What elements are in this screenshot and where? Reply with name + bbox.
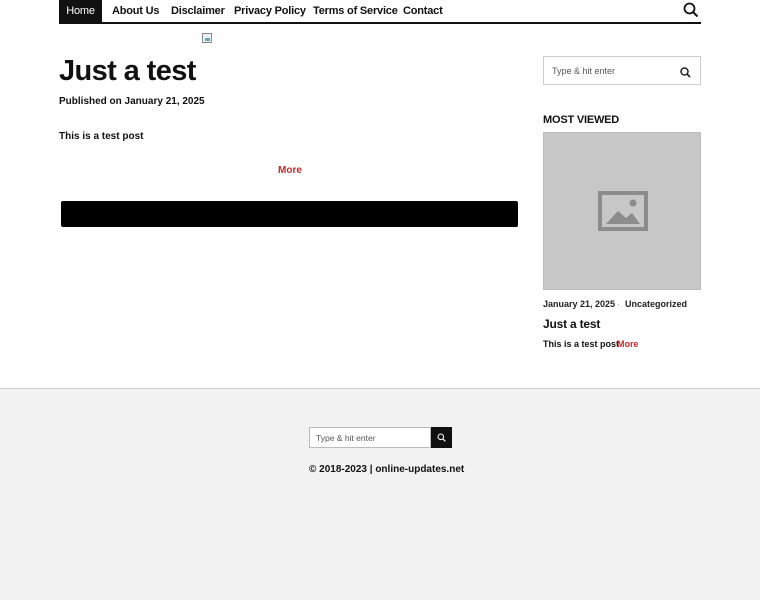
sidebar-more-link[interactable]: More [617,339,639,349]
sidebar-search [543,56,701,85]
post-meta: Published on January 21, 2025 [59,96,205,107]
widget-title: MOST VIEWED [543,114,620,126]
broken-image-icon [202,33,212,43]
post-body: This is a test post [59,131,144,142]
footer-search-input[interactable] [309,427,431,448]
post-thumbnail[interactable] [543,132,701,290]
nav-item-disclaimer[interactable]: Disclaimer [171,0,225,22]
footer-search-button[interactable] [431,427,452,448]
more-link[interactable]: More [278,165,302,176]
meta-separator: · [617,299,620,309]
search-icon[interactable] [683,2,701,20]
nav-item-home[interactable]: Home [59,0,102,22]
post-title: Just a test [59,55,196,87]
nav-item-terms-of-service[interactable]: Terms of Service [313,0,398,22]
search-icon [437,433,446,442]
footer-search [309,427,452,448]
black-banner [61,201,518,227]
post-category[interactable]: Uncategorized [625,299,687,309]
sidebar-search-input[interactable] [552,64,672,78]
post-date: January 21, 2025 [543,299,616,309]
footer-divider [0,388,760,389]
image-placeholder-icon [598,191,648,231]
nav-item-contact[interactable]: Contact [403,0,443,22]
nav-item-about-us[interactable]: About Us [112,0,159,22]
copyright: © 2018-2023 | online-updates.net [309,464,465,475]
page-content: Home About Us Disclaimer Privacy Policy … [0,0,760,388]
sidebar-post-title[interactable]: Just a test [543,317,600,331]
search-icon[interactable] [680,65,692,78]
nav-item-privacy-policy[interactable]: Privacy Policy [234,0,306,22]
main-navigation: Home About Us Disclaimer Privacy Policy … [59,0,701,24]
sidebar-post-excerpt: This is a test post [543,339,620,349]
